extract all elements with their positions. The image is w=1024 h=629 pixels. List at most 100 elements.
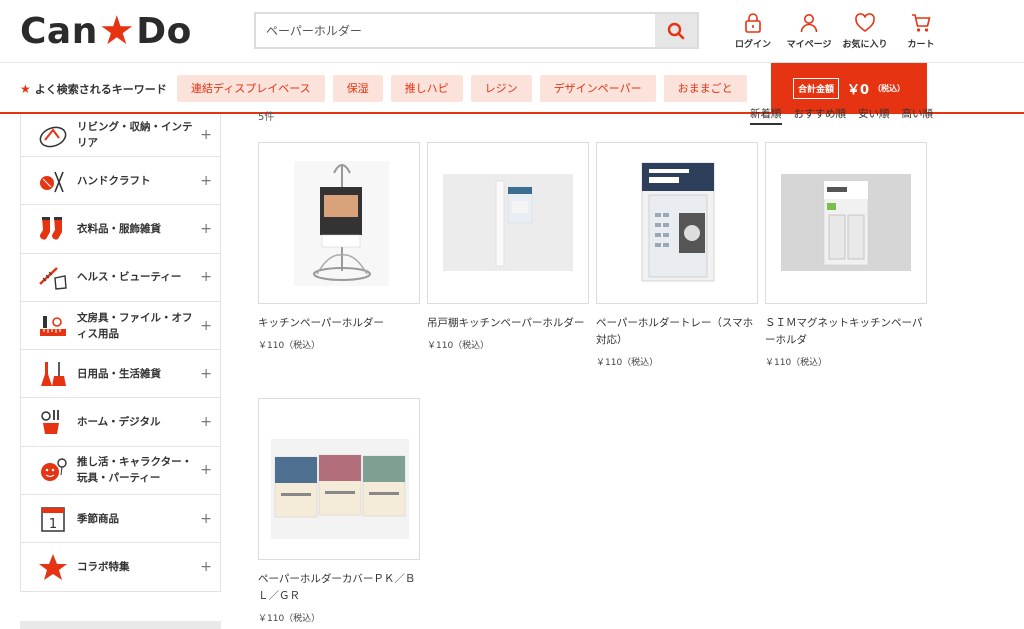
product-card[interactable]: 吊戸棚キッチンペーパーホルダー ￥110（税込） — [427, 142, 589, 351]
logo-text-do: Do — [136, 10, 192, 52]
cart-link[interactable]: カート — [894, 12, 948, 50]
search-box — [254, 12, 699, 49]
category-item-clothing[interactable]: 衣料品・服飾雑貨 + — [20, 205, 221, 254]
category-label: ハンドクラフト — [77, 174, 151, 187]
keyword-tag[interactable]: デザインペーパー — [539, 75, 656, 102]
product-name[interactable]: ＳＩＭマグネットキッチンペーパーホルダ — [765, 315, 927, 349]
daily-goods-icon — [41, 361, 66, 386]
favorites-label: お気に入り — [842, 40, 888, 50]
category-item-living[interactable]: リビング・収納・インテリア + — [20, 114, 221, 157]
socks-icon — [39, 216, 62, 240]
star-icon — [39, 554, 67, 581]
category-label: 推し活・キャラクター・玩具・パーティー — [77, 456, 193, 485]
category-sidebar: リビング・収納・インテリア + ハンドクラフト + 衣料品・服飾雑貨 + ヘルス… — [20, 114, 221, 592]
cando-logo[interactable]: Can ★ Do — [20, 8, 192, 54]
category-label: リビング・収納・インテリア — [77, 121, 193, 149]
user-icon — [800, 14, 818, 33]
expand-plus-icon[interactable]: + — [200, 366, 212, 382]
category-label: 衣料品・服飾雑貨 — [77, 222, 161, 235]
paper-holder-stand-image — [294, 161, 389, 286]
sort-recommended[interactable]: おすすめ順 — [794, 106, 847, 125]
expand-plus-icon[interactable]: + — [200, 511, 212, 527]
expand-plus-icon[interactable]: + — [200, 269, 212, 285]
home-digital-icon — [41, 410, 59, 435]
keyword-tag[interactable]: 推しハピ — [390, 75, 463, 102]
product-name[interactable]: ペーパーホルダートレー（スマホ対応） — [596, 315, 758, 349]
magnet-paper-holder-image — [781, 174, 911, 271]
expand-plus-icon[interactable]: + — [200, 221, 212, 237]
sort-options: 新着順 おすすめ順 安い順 高い順 — [750, 106, 933, 125]
mypage-label: マイページ — [786, 40, 832, 50]
keyword-tag[interactable]: 保湿 — [332, 75, 383, 102]
beauty-icon — [39, 267, 67, 291]
product-card[interactable]: ペーパーホルダーカバーＰＫ／ＢＬ／ＧＲ ￥110（税込） — [258, 398, 420, 624]
sort-expensive[interactable]: 高い順 — [902, 106, 934, 125]
keyword-tag[interactable]: レジン — [470, 75, 532, 102]
product-card[interactable]: キッチンペーパーホルダー ￥110（税込） — [258, 142, 420, 351]
cart-icon — [912, 14, 931, 32]
keyword-title-text: よく検索されるキーワード — [34, 83, 167, 96]
product-price: ￥110（税込） — [427, 341, 490, 351]
category-item-daily-goods[interactable]: 日用品・生活雑貨 + — [20, 350, 221, 399]
logo-star-icon: ★ — [98, 8, 136, 54]
search-button[interactable] — [655, 14, 697, 47]
mypage-link[interactable]: マイページ — [782, 12, 836, 50]
category-item-party[interactable]: 推し活・キャラクター・玩具・パーティー + — [20, 446, 221, 496]
product-image[interactable] — [258, 142, 420, 304]
product-name[interactable]: キッチンペーパーホルダー — [258, 315, 420, 332]
keyword-tag[interactable]: おままごと — [663, 75, 747, 102]
expand-plus-icon[interactable]: + — [200, 559, 212, 575]
category-label: ヘルス・ビューティー — [77, 271, 182, 284]
product-price: ￥110（税込） — [258, 341, 321, 351]
expand-plus-icon[interactable]: + — [200, 127, 212, 143]
search-icon — [667, 22, 685, 39]
star-icon: ★ — [20, 82, 31, 96]
product-name[interactable]: ペーパーホルダーカバーＰＫ／ＢＬ／ＧＲ — [258, 571, 420, 605]
product-image[interactable] — [427, 142, 589, 304]
category-item-beauty[interactable]: ヘルス・ビューティー + — [20, 253, 221, 302]
header-nav: ログイン マイページ お気に入り カート — [726, 12, 950, 50]
product-image[interactable] — [258, 398, 420, 560]
sidebar-bottom-block — [20, 621, 221, 629]
cart-total-tax: （税込） — [873, 84, 906, 93]
expand-plus-icon[interactable]: + — [200, 414, 212, 430]
paper-holder-tray-image — [641, 162, 715, 282]
calendar-icon: 1 — [41, 506, 65, 532]
product-image[interactable] — [596, 142, 758, 304]
product-card[interactable]: ペーパーホルダートレー（スマホ対応） ￥110（税込） — [596, 142, 758, 368]
product-image[interactable] — [765, 142, 927, 304]
keyword-tags: 連結ディスプレイベース 保湿 推しハピ レジン デザインペーパー おままごと — [177, 75, 755, 102]
login-link[interactable]: ログイン — [726, 12, 780, 50]
living-icon — [39, 126, 67, 148]
category-item-seasonal[interactable]: 1 季節商品 + — [20, 495, 221, 544]
product-card[interactable]: ＳＩＭマグネットキッチンペーパーホルダ ￥110（税込） — [765, 142, 927, 368]
product-name[interactable]: 吊戸棚キッチンペーパーホルダー — [427, 315, 589, 332]
category-item-home-digital[interactable]: ホーム・デジタル + — [20, 398, 221, 447]
stationery-icon — [40, 315, 66, 336]
sort-cheapest[interactable]: 安い順 — [858, 106, 890, 125]
cart-total-label: 合計金額 — [793, 78, 840, 99]
category-item-handcraft[interactable]: ハンドクラフト + — [20, 157, 221, 206]
product-price: ￥110（税込） — [765, 358, 828, 368]
category-label: 季節商品 — [77, 512, 119, 525]
cart-label: カート — [907, 40, 935, 50]
paper-holder-cover-image — [271, 439, 409, 539]
site-header: Can★Do ログイン マイページ — [0, 0, 1024, 63]
result-count: 5件 — [258, 112, 275, 123]
handcraft-icon — [40, 171, 64, 192]
expand-plus-icon[interactable]: + — [200, 462, 212, 478]
lock-icon — [745, 13, 761, 33]
expand-plus-icon[interactable]: + — [200, 318, 212, 334]
category-item-stationery[interactable]: 文房具・ファイル・オフィス用品 + — [20, 301, 221, 351]
search-input[interactable] — [256, 14, 655, 47]
favorites-link[interactable]: お気に入り — [838, 12, 892, 50]
category-item-collab[interactable]: コラボ特集 + — [20, 543, 221, 592]
party-icon — [41, 458, 67, 482]
cabinet-paper-holder-image — [443, 174, 573, 271]
svg-text:1: 1 — [49, 517, 57, 532]
cart-total-amount: ￥0 — [847, 83, 870, 98]
keyword-tag[interactable]: 連結ディスプレイベース — [177, 75, 325, 102]
sort-newest[interactable]: 新着順 — [750, 106, 782, 125]
product-price: ￥110（税込） — [258, 614, 321, 624]
expand-plus-icon[interactable]: + — [200, 173, 212, 189]
